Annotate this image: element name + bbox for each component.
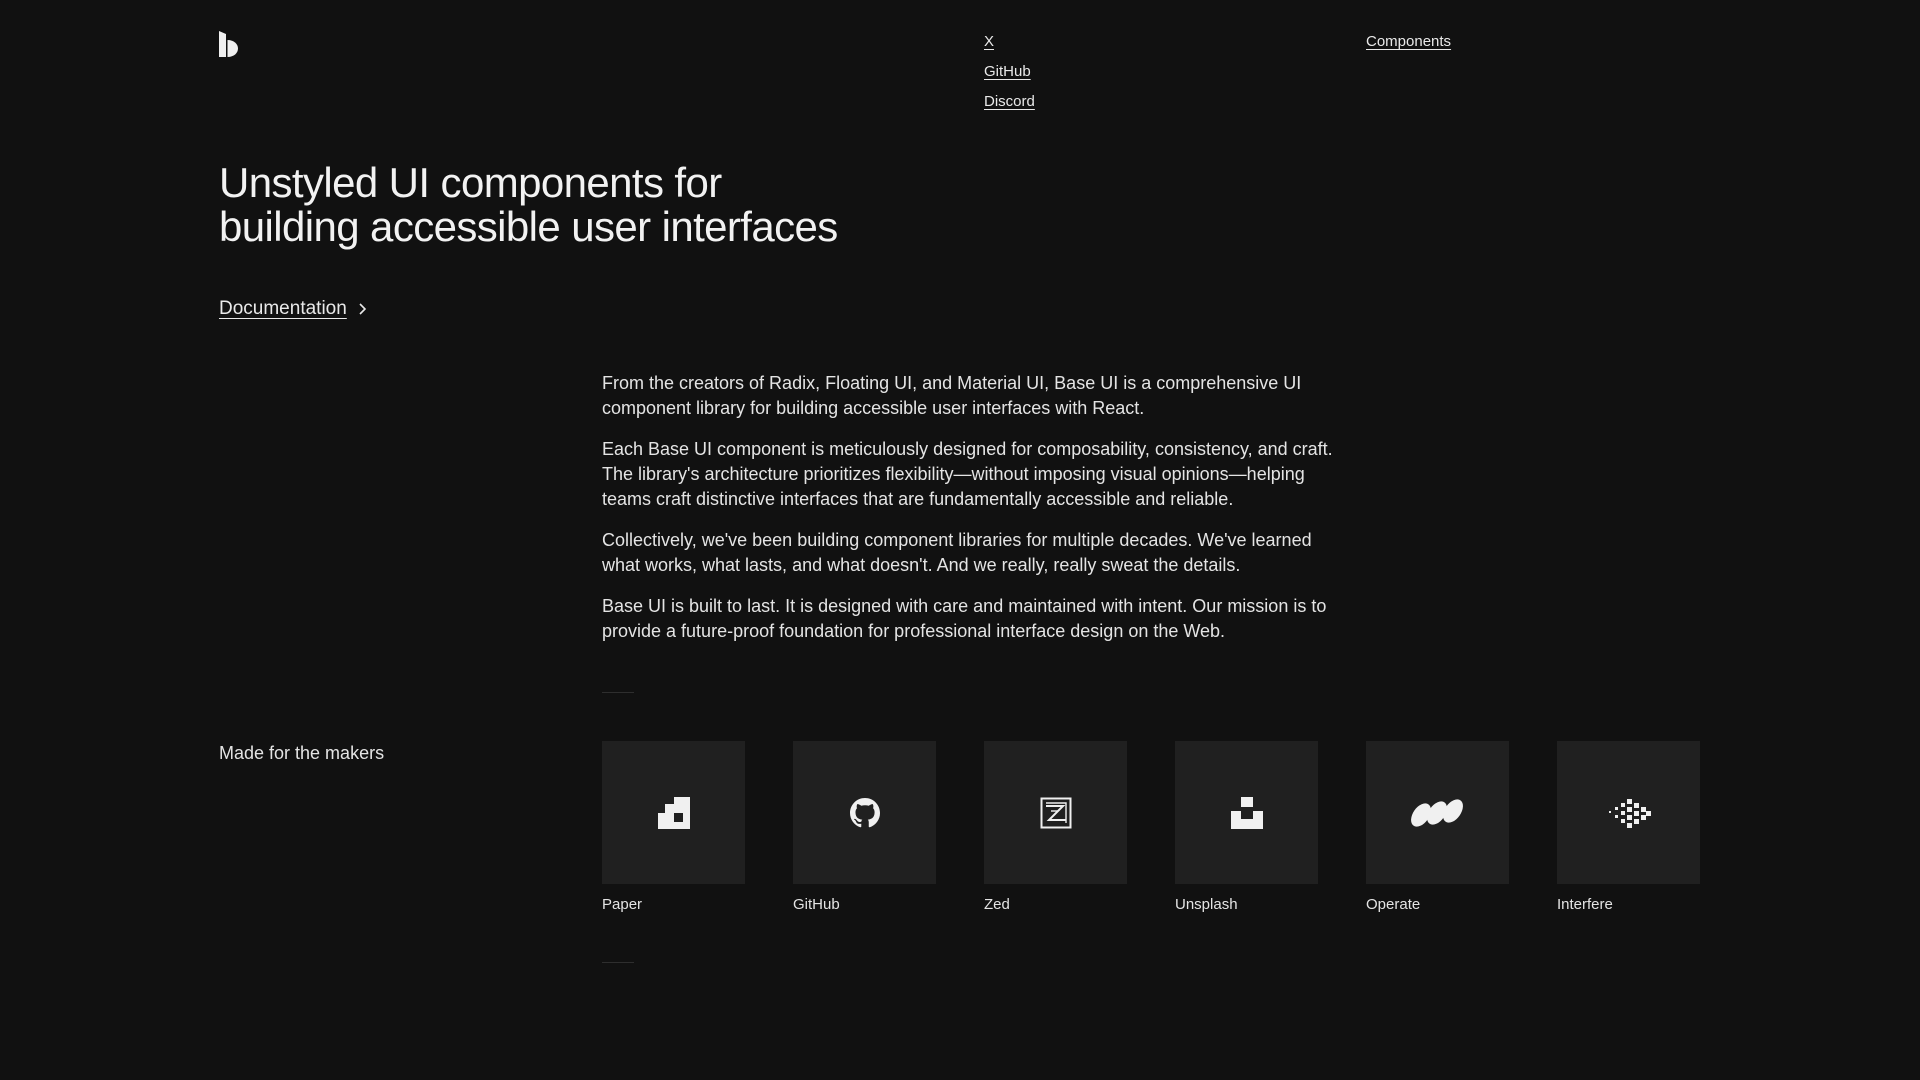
operate-logo-icon xyxy=(1410,798,1463,827)
intro-paragraph: Collectively, we've been building compon… xyxy=(602,530,1312,575)
paper-logo-icon xyxy=(657,796,690,829)
maker-name: Paper xyxy=(602,896,643,913)
chevron-right-icon xyxy=(359,303,366,315)
maker-operate[interactable]: Operate xyxy=(1366,741,1509,915)
makers-list: Paper GitHub Zed Unsplash Operate Interf… xyxy=(602,741,1700,915)
github-logo-icon xyxy=(849,797,880,827)
maker-tile xyxy=(793,741,936,884)
intro-paragraph: From the creators of Radix, Floating UI,… xyxy=(602,373,1302,418)
zed-logo-icon xyxy=(1040,797,1071,828)
maker-name: GitHub xyxy=(793,896,840,913)
intro-paragraph: Base UI is built to last. It is designed… xyxy=(602,596,1327,641)
maker-name: Operate xyxy=(1366,896,1421,913)
documentation-link-label: Documentation xyxy=(219,298,347,319)
hero-title-line-2: building accessible user interfaces xyxy=(219,203,838,250)
maker-tile xyxy=(984,741,1127,884)
maker-paper[interactable]: Paper xyxy=(602,741,745,915)
intro-section: From the creators of Radix, Floating UI,… xyxy=(602,371,1342,660)
documentation-link[interactable]: Documentation xyxy=(219,298,367,320)
maker-unsplash[interactable]: Unsplash xyxy=(1175,741,1318,915)
base-ui-logo-icon[interactable] xyxy=(219,31,239,57)
makers-heading: Made for the makers xyxy=(219,743,385,763)
maker-tile xyxy=(1366,741,1509,884)
section-divider xyxy=(602,962,634,963)
maker-name: Zed xyxy=(984,896,1010,913)
maker-tile xyxy=(1175,741,1318,884)
intro-paragraph: Each Base UI component is meticulously d… xyxy=(602,439,1333,509)
unsplash-logo-icon xyxy=(1230,796,1263,829)
maker-name: Interfere xyxy=(1557,896,1613,913)
maker-tile xyxy=(602,741,745,884)
top-nav: Components xyxy=(1366,32,1451,51)
maker-name: Unsplash xyxy=(1175,896,1238,913)
maker-github[interactable]: GitHub xyxy=(793,741,936,915)
interfere-logo-icon xyxy=(1608,798,1651,828)
maker-tile xyxy=(1557,741,1700,884)
x-link[interactable]: X xyxy=(984,32,994,51)
maker-interfere[interactable]: Interfere xyxy=(1557,741,1700,915)
section-divider xyxy=(602,692,634,693)
maker-zed[interactable]: Zed xyxy=(984,741,1127,915)
components-link[interactable]: Components xyxy=(1366,32,1451,51)
social-links: X GitHub Discord xyxy=(984,32,1035,111)
hero-title: Unstyled UI components for building acce… xyxy=(219,161,899,249)
discord-link[interactable]: Discord xyxy=(984,92,1035,111)
hero-title-line-1: Unstyled UI components for xyxy=(219,159,722,206)
github-link[interactable]: GitHub xyxy=(984,62,1031,81)
